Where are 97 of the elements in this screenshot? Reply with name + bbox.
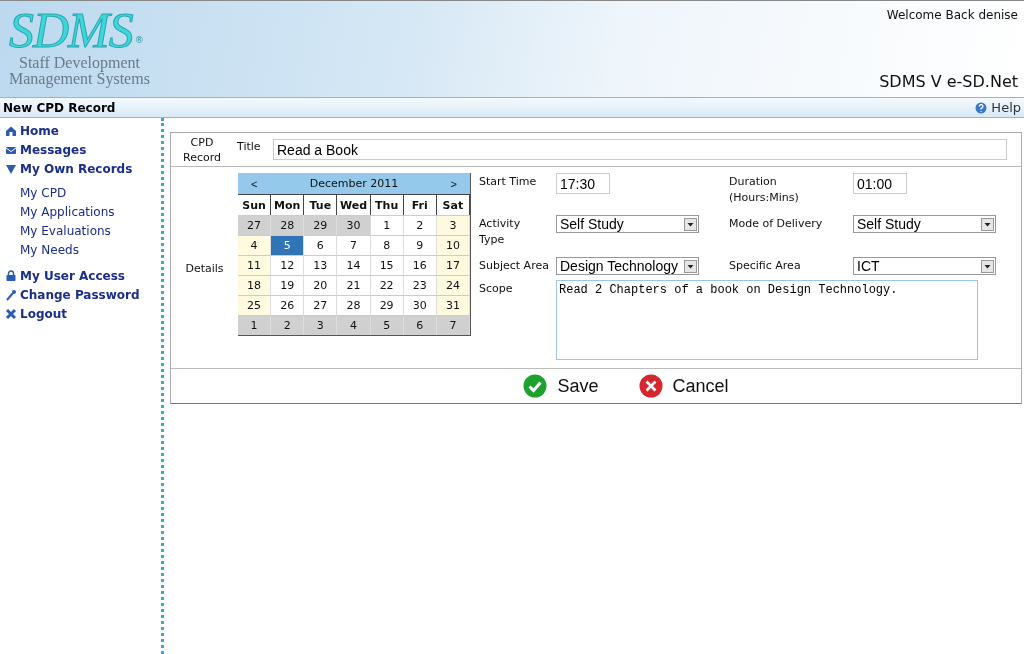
calendar-day[interactable]: 30 <box>403 295 437 315</box>
calendar-day[interactable]: 1 <box>370 215 404 235</box>
calendar-day[interactable]: 31 <box>436 295 470 315</box>
field-label: Mode of Delivery <box>729 216 824 232</box>
title-field[interactable]: Read a Book <box>273 139 1007 160</box>
welcome-text: Welcome Back denise <box>886 8 1018 22</box>
check-icon <box>523 374 548 398</box>
calendar-day[interactable]: 27 <box>238 215 272 235</box>
nav-link[interactable]: My User Access <box>0 266 161 285</box>
calendar-day[interactable]: 19 <box>271 275 305 295</box>
calendar-day[interactable]: 9 <box>403 235 437 255</box>
field-label: Title <box>236 139 262 153</box>
lock-icon <box>5 269 17 282</box>
calendar-day[interactable]: 15 <box>370 255 404 275</box>
calendar-day[interactable]: 13 <box>304 255 338 275</box>
calendar-day[interactable]: 14 <box>337 255 371 275</box>
field-label: Start Time <box>479 174 538 190</box>
field-label: Specific Area <box>729 258 802 274</box>
cancel-button[interactable]: Cancel <box>638 374 729 398</box>
save-button[interactable]: Save <box>523 374 599 398</box>
calendar-day[interactable]: 25 <box>238 295 272 315</box>
nav-link[interactable]: My Own Records <box>0 159 161 178</box>
calendar-day[interactable]: 28 <box>337 295 371 315</box>
dropdown-field[interactable]: ICT <box>853 257 996 275</box>
nav-sublink[interactable]: My Applications <box>0 203 161 222</box>
field-label: Activity Type <box>479 216 522 248</box>
product-name: SDMS V e-SD.Net <box>879 72 1018 91</box>
field-label: Scope <box>479 281 514 297</box>
calendar-day[interactable]: 6 <box>304 235 338 255</box>
nav-sublink[interactable]: My CPD <box>0 184 161 203</box>
weekday-header: Sun <box>238 194 272 215</box>
weekday-header: Thu <box>370 194 404 215</box>
calendar-day[interactable]: 12 <box>271 255 305 275</box>
calendar-day[interactable]: 6 <box>403 315 437 335</box>
month-title: December 2011 <box>309 177 399 190</box>
calendar-day[interactable]: 8 <box>370 235 404 255</box>
calendar-day[interactable]: 3 <box>304 315 338 335</box>
time-field[interactable]: 01:00 <box>853 173 907 194</box>
weekday-header: Wed <box>337 194 371 215</box>
calendar-day[interactable]: 18 <box>238 275 272 295</box>
calendar-day[interactable]: 7 <box>436 315 470 335</box>
registered-mark: ® <box>134 35 144 45</box>
calendar-day[interactable]: 11 <box>238 255 272 275</box>
home-icon <box>5 124 17 137</box>
help-link[interactable]: Help <box>975 100 1021 115</box>
calendar-day[interactable]: 3 <box>436 215 470 235</box>
calendar-day[interactable]: 20 <box>304 275 338 295</box>
nav-sublink[interactable]: My Needs <box>0 241 161 260</box>
section-label: Details <box>184 261 225 275</box>
calendar-day[interactable]: 16 <box>403 255 437 275</box>
nav-link[interactable]: Logout <box>0 304 161 323</box>
logo-text: SDMS <box>9 5 133 55</box>
calendar-day[interactable]: 21 <box>337 275 371 295</box>
calendar-day[interactable]: 1 <box>238 315 272 335</box>
calendar-day[interactable]: 4 <box>238 235 272 255</box>
section-label: CPD Record <box>182 134 222 165</box>
nav-sublink[interactable]: My Evaluations <box>0 222 161 241</box>
time-field[interactable]: 17:30 <box>556 173 610 194</box>
calendar-day[interactable]: 7 <box>337 235 371 255</box>
previous-month-button[interactable]: < <box>243 177 266 190</box>
logo-subtitle: Staff Development <box>19 55 140 71</box>
field-label: Subject Area <box>479 258 547 274</box>
key-icon <box>5 288 17 301</box>
calendar-day[interactable]: 4 <box>337 315 371 335</box>
next-month-button[interactable]: > <box>442 177 465 190</box>
weekday-header: Mon <box>271 194 305 215</box>
weekday-header: Tue <box>304 194 338 215</box>
calendar-day[interactable]: 2 <box>271 315 305 335</box>
calendar-day[interactable]: 10 <box>436 235 470 255</box>
field-label: Duration (Hours:Mins) <box>729 174 800 206</box>
weekday-header: Fri <box>403 194 437 215</box>
calendar-day[interactable]: 5 <box>370 315 404 335</box>
calendar-day[interactable]: 23 <box>403 275 437 295</box>
calendar-day[interactable]: 26 <box>271 295 305 315</box>
scope-field[interactable]: Read 2 Chapters of a book on Design Technology. <box>556 280 978 360</box>
dropdown-field[interactable]: Design Technology <box>556 257 699 275</box>
calendar-day[interactable]: 24 <box>436 275 470 295</box>
dropdown-field[interactable]: Self Study <box>556 215 699 233</box>
calendar-day[interactable]: 2 <box>403 215 437 235</box>
calendar-day[interactable]: 22 <box>370 275 404 295</box>
cross-icon <box>638 374 663 398</box>
calendar-day[interactable]: 29 <box>370 295 404 315</box>
cross-icon <box>5 307 17 320</box>
calendar-day[interactable]: 17 <box>436 255 470 275</box>
nav-link[interactable]: Change Password <box>0 285 161 304</box>
logo-subtitle: Management Systems <box>9 71 150 87</box>
dropdown-field[interactable]: Self Study <box>853 215 996 233</box>
calendar-day[interactable]: 30 <box>337 215 371 235</box>
calendar-day[interactable]: 27 <box>304 295 338 315</box>
calendar-day[interactable]: 5 <box>271 235 305 255</box>
calendar-day[interactable]: 29 <box>304 215 338 235</box>
help-icon <box>975 101 988 114</box>
nav-link[interactable]: Messages <box>0 140 161 159</box>
weekday-header: Sat <box>436 194 470 215</box>
calendar-day[interactable]: 28 <box>271 215 305 235</box>
nav-link[interactable]: Home <box>0 121 161 140</box>
page-title: New CPD Record <box>3 100 116 115</box>
